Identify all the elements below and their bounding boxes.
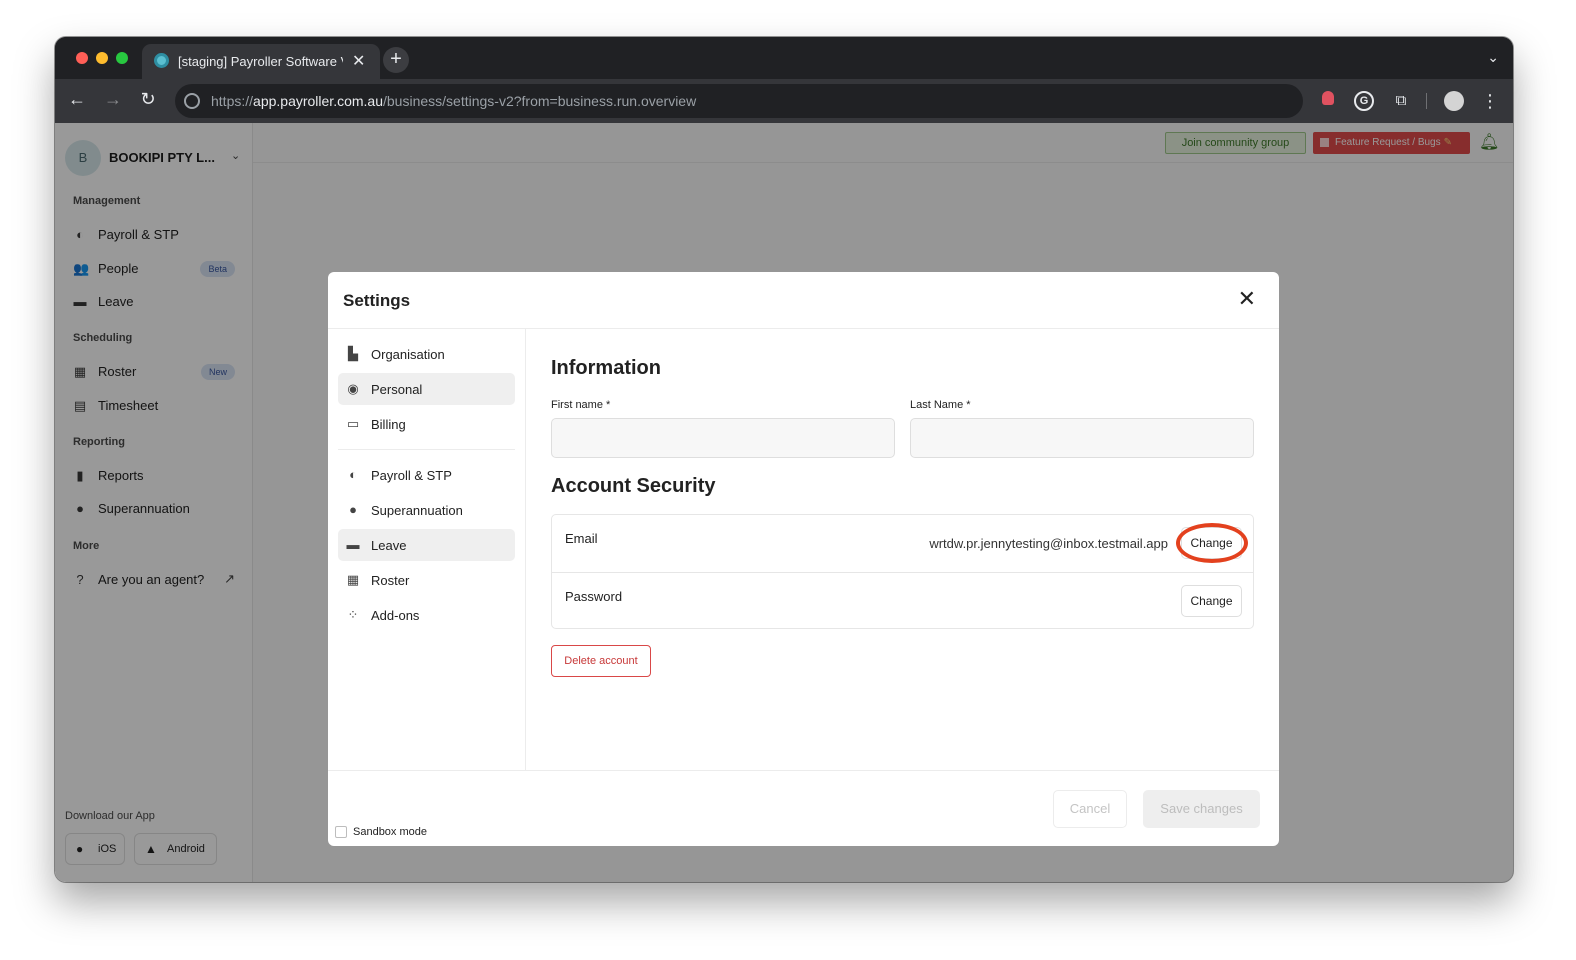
settings-nav-personal[interactable]: ◉ Personal bbox=[338, 373, 515, 405]
highlight-annotation bbox=[1176, 523, 1248, 563]
account-security-heading: Account Security bbox=[551, 475, 716, 497]
url-text[interactable]: https://app.payroller.com.au/business/se… bbox=[211, 93, 696, 109]
email-row: Email wrtdw.pr.jennytesting@inbox.testma… bbox=[552, 515, 1253, 572]
password-label: Password bbox=[565, 589, 623, 604]
puzzle-icon[interactable]: ⧉ bbox=[1391, 91, 1411, 111]
tab-search-chevron-icon[interactable]: ⌄ bbox=[1487, 49, 1499, 66]
settings-nav-superannuation[interactable]: ● Superannuation bbox=[338, 494, 515, 526]
avatar-icon[interactable] bbox=[1444, 91, 1464, 111]
email-value: wrtdw.pr.jennytesting@inbox.testmail.app bbox=[929, 536, 1168, 551]
piggy-bank-icon: ● bbox=[349, 502, 357, 517]
tab-title: [staging] Payroller Software V bbox=[178, 54, 343, 69]
app-page: B BOOKIPI PTY L... ⌄ Management ◐ Payrol… bbox=[55, 123, 1513, 882]
grammarly-icon[interactable]: G bbox=[1354, 91, 1374, 111]
close-icon[interactable]: ✕ bbox=[1238, 286, 1256, 312]
calendar-icon: ▦ bbox=[346, 572, 360, 587]
settings-nav-addons[interactable]: ⁘ Add-ons bbox=[338, 599, 515, 631]
payroll-icon: ◐ bbox=[349, 467, 357, 482]
browser-tab[interactable]: [staging] Payroller Software V ✕ bbox=[142, 44, 380, 79]
settings-nav: ▙ Organisation ◉ Personal ▭ Billing ◐ Pa… bbox=[328, 329, 526, 770]
settings-modal: Settings ✕ ▙ Organisation ◉ Personal ▭ B… bbox=[328, 272, 1279, 846]
settings-nav-label: Payroll & STP bbox=[371, 468, 452, 483]
credit-card-icon: ▭ bbox=[346, 416, 360, 431]
sandbox-label: Sandbox mode bbox=[353, 826, 427, 838]
settings-nav-billing[interactable]: ▭ Billing bbox=[338, 408, 515, 440]
forward-arrow-icon[interactable]: → bbox=[102, 89, 124, 110]
modal-footer: Sandbox mode Cancel Save changes bbox=[328, 770, 1279, 846]
reload-icon[interactable]: ↻ bbox=[137, 89, 159, 110]
settings-nav-label: Leave bbox=[371, 538, 407, 553]
settings-nav-label: Organisation bbox=[371, 347, 445, 362]
tab-strip: [staging] Payroller Software V ✕ + ⌄ bbox=[55, 37, 1513, 79]
minimize-window-button[interactable] bbox=[96, 52, 108, 64]
email-label: Email bbox=[565, 531, 598, 546]
toolbar-divider bbox=[1426, 93, 1427, 109]
url-path: /business/settings-v2?from=business.run.… bbox=[383, 93, 697, 109]
information-heading: Information bbox=[551, 357, 661, 379]
save-changes-button[interactable]: Save changes bbox=[1143, 790, 1260, 828]
user-circle-icon: ◉ bbox=[347, 381, 359, 396]
delete-account-button[interactable]: Delete account bbox=[551, 645, 651, 677]
tab-close-icon[interactable]: ✕ bbox=[352, 51, 365, 71]
settings-nav-label: Personal bbox=[371, 382, 423, 397]
modal-header: Settings ✕ bbox=[328, 272, 1279, 329]
sandbox-checkbox[interactable] bbox=[335, 826, 347, 838]
nav-divider bbox=[338, 449, 515, 450]
new-tab-button[interactable]: + bbox=[383, 47, 409, 73]
settings-nav-organisation[interactable]: ▙ Organisation bbox=[338, 338, 515, 370]
settings-nav-label: Superannuation bbox=[371, 503, 463, 518]
address-bar[interactable]: https://app.payroller.com.au/business/se… bbox=[175, 84, 1303, 118]
settings-nav-roster[interactable]: ▦ Roster bbox=[338, 564, 515, 596]
url-host: app.payroller.com.au bbox=[253, 93, 383, 109]
last-name-label: Last Name * bbox=[910, 399, 971, 411]
back-arrow-icon[interactable]: ← bbox=[66, 89, 88, 110]
settings-nav-label: Billing bbox=[371, 417, 406, 432]
settings-content: Information First name * Last Name * Acc… bbox=[526, 329, 1279, 770]
cancel-button[interactable]: Cancel bbox=[1053, 790, 1127, 828]
record-icon[interactable] bbox=[1318, 91, 1338, 111]
change-password-button[interactable]: Change bbox=[1181, 585, 1242, 617]
url-scheme: https:// bbox=[211, 93, 254, 109]
site-info-icon[interactable] bbox=[184, 93, 200, 109]
browser-window: [staging] Payroller Software V ✕ + ⌄ ← →… bbox=[55, 37, 1513, 882]
password-row: Password Change bbox=[552, 572, 1253, 629]
grid-icon: ⁘ bbox=[347, 607, 359, 622]
close-window-button[interactable] bbox=[76, 52, 88, 64]
settings-nav-label: Add-ons bbox=[371, 608, 420, 623]
modal-title: Settings bbox=[343, 291, 411, 310]
menu-icon[interactable]: ⋮ bbox=[1480, 91, 1500, 111]
favicon-icon bbox=[154, 53, 169, 68]
last-name-field[interactable] bbox=[910, 418, 1254, 458]
settings-nav-leave[interactable]: ▬ Leave bbox=[338, 529, 515, 561]
settings-nav-label: Roster bbox=[371, 573, 410, 588]
settings-nav-payroll[interactable]: ◐ Payroll & STP bbox=[338, 459, 515, 491]
first-name-label: First name * bbox=[551, 399, 611, 411]
first-name-field[interactable] bbox=[551, 418, 895, 458]
maximize-window-button[interactable] bbox=[116, 52, 128, 64]
browser-toolbar: ← → ↻ https://app.payroller.com.au/busin… bbox=[55, 79, 1513, 123]
leave-icon: ▬ bbox=[346, 537, 360, 552]
building-icon: ▙ bbox=[348, 346, 358, 361]
account-security-box: Email wrtdw.pr.jennytesting@inbox.testma… bbox=[551, 514, 1254, 629]
